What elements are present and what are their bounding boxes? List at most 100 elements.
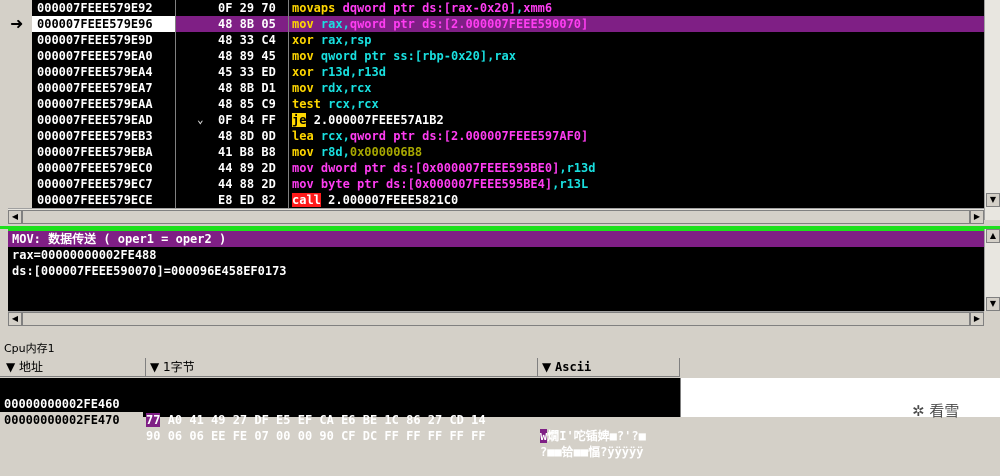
instruction-operand: rcx	[320, 129, 343, 143]
instruction-mnemonic: xor	[292, 65, 314, 79]
instruction-operand: r13d	[566, 161, 596, 175]
scroll-down-button[interactable]: ▼	[986, 297, 1000, 311]
instruction-text: test rcx,rcx	[292, 96, 379, 112]
dump-ascii-selected[interactable]: w	[540, 429, 548, 443]
instruction-bytes: 48 8B 05	[218, 17, 276, 31]
dump-ascii: ?■■铪■■愊?ÿÿÿÿÿ	[540, 444, 643, 460]
column-header-address[interactable]: ▼ 地址	[0, 358, 146, 377]
dump-hex-rest: 06 06 EE FE 07 00 00 90 CF DC FF FF FF F…	[167, 429, 486, 443]
instruction-operand: xmm6	[523, 1, 553, 15]
instruction-address: 000007FEEE579E9D	[37, 33, 153, 47]
instruction-bytes: 45 33 ED	[218, 65, 276, 79]
instruction-mnemonic: mov	[292, 17, 314, 31]
instruction-operand: 2.000007FEEE5821C0	[328, 193, 459, 207]
jump-target-down-icon: ⌄	[197, 113, 204, 126]
instruction-operand: ,	[342, 17, 350, 31]
dump-ascii: w燗I'咜锸婢■?'?■	[540, 428, 646, 444]
instruction-operand: r8d	[320, 145, 343, 159]
instruction-address: 000007FEEE579EA0	[37, 49, 153, 63]
instruction-address: 000007FEEE579EA4	[37, 65, 153, 79]
instruction-mnemonic: mov	[292, 81, 314, 95]
instruction-operand: qword ptr ss:[rbp-0x20]	[320, 49, 488, 63]
instruction-address: 000007FEEE579E92	[37, 1, 153, 15]
sort-down-icon: ▼	[6, 360, 20, 374]
instruction-text: xor rax,rsp	[292, 32, 372, 48]
scroll-left-button[interactable]: ◀	[8, 312, 22, 326]
column-header-hex[interactable]: ▼ 1字节	[146, 358, 538, 377]
scroll-thumb[interactable]	[22, 312, 970, 326]
dump-hex-rest: A0 41 49 27 DF E5 EF CA E6 BE 1C 86 27 C…	[167, 413, 486, 427]
sort-down-icon: ▼	[150, 360, 164, 374]
instruction-text: xor r13d,r13d	[292, 64, 386, 80]
instruction-bytes: 48 8B D1	[218, 81, 276, 95]
column-ascii-label: Ascii	[555, 360, 592, 374]
instruction-operand: rdx	[320, 81, 343, 95]
instruction-operand: qword ptr ds:[2.000007FEEE597AF0]	[349, 129, 589, 143]
scroll-right-button[interactable]: ▶	[970, 312, 984, 326]
dump-ascii-rest: ■■铪■■愊?ÿÿÿÿÿ	[547, 445, 644, 459]
instruction-bytes: 41 B8 B8	[218, 145, 276, 159]
instruction-operand: r13d	[320, 65, 350, 79]
instruction-operand: qword ptr ds:[2.000007FEEE590070]	[349, 17, 589, 31]
snowflake-icon: ✲	[912, 402, 930, 420]
instruction-operand: ,	[349, 97, 358, 111]
instruction-address: 000007FEEE579EC0	[37, 161, 153, 175]
column-hex-label: 1字节	[163, 360, 195, 374]
disassembly-pane[interactable]: 000007FEEE579E92 0F 29 70 movaps dqword pt…	[0, 0, 984, 208]
scroll-right-button[interactable]: ▶	[970, 210, 984, 224]
info-horizontal-scrollbar[interactable]: ◀ ▶	[8, 311, 984, 326]
instruction-operand: 2.000007FEEE57A1B2	[313, 113, 444, 127]
dump-ascii-rest: 燗I'咜锸婢■?'?■	[547, 429, 646, 443]
instruction-text: mov dword ptr ds:[0x000007FEEE595BE0],r1…	[292, 160, 595, 176]
instruction-address: 000007FEEE579EA7	[37, 81, 153, 95]
instruction-description: MOV: 数据传送 ( oper1 = oper2 )	[8, 231, 984, 247]
instruction-operand: r13L	[559, 177, 589, 191]
disassembly-vertical-scrollbar[interactable]: ▼	[984, 0, 1000, 220]
instruction-text: mov byte ptr ds:[0x000007FEEE595BE4],r13…	[292, 176, 588, 192]
instruction-operand: r13d	[357, 65, 386, 79]
instruction-bytes: E8 ED 82	[218, 193, 276, 207]
instruction-operand: ,	[342, 145, 350, 159]
instruction-text: mov rax,qword ptr ds:[2.000007FEEE590070…	[292, 16, 588, 32]
scroll-thumb[interactable]	[22, 210, 970, 224]
instruction-mnemonic: xor	[292, 33, 314, 47]
instruction-info-pane: MOV: 数据传送 ( oper1 = oper2 ) rax=00000000…	[8, 229, 984, 313]
column-header-ascii[interactable]: ▼ Ascii	[538, 358, 680, 377]
instruction-mnemonic: mov	[292, 161, 314, 175]
info-line-memory: ds:[000007FEEE590070]=000096E458EF0173	[12, 264, 287, 278]
dump-column-header: ▼ 地址 ▼ 1字节 ▼ Ascii	[0, 358, 1000, 378]
dump-hex: 90 06 06 EE FE 07 00 00 90 CF DC FF FF F…	[146, 428, 486, 444]
dump-row[interactable]: 00000000002FE460 77 A0 41 49 27 DF E5 EF…	[0, 380, 680, 443]
dump-hex-selected[interactable]: 77	[146, 413, 161, 427]
dump-row[interactable]: 00000000002FE470 90 06 06 EE FE 07 00 00…	[0, 396, 680, 459]
current-instruction-arrow-icon: ➜	[10, 14, 24, 33]
info-vertical-scrollbar[interactable]: ▲ ▼	[984, 229, 1000, 311]
instruction-text: lea rcx,qword ptr ds:[2.000007FEEE597AF0…	[292, 128, 588, 144]
scroll-left-button[interactable]: ◀	[8, 210, 22, 224]
instruction-bytes: 44 88 2D	[218, 177, 276, 191]
instruction-bytes: 48 89 45	[218, 49, 276, 63]
instruction-text: call 2.000007FEEE5821C0	[292, 192, 458, 208]
scroll-down-button[interactable]: ▼	[986, 193, 1000, 207]
instruction-text: mov r8d,0x000006B8	[292, 144, 422, 160]
instruction-operand: ,	[342, 33, 350, 47]
disassembly-horizontal-scrollbar[interactable]: ◀ ▶	[8, 208, 984, 224]
dump-hex-first: 90	[146, 429, 161, 443]
instruction-address: 000007FEEE579EAD	[37, 113, 153, 127]
instruction-operand: rax	[320, 17, 343, 31]
scroll-up-button[interactable]: ▲	[986, 229, 1000, 243]
dump-title: Cpu内存1	[4, 342, 55, 355]
instruction-mnemonic: lea	[292, 129, 314, 143]
memory-dump-pane[interactable]: 00000000002FE460 77 A0 41 49 27 DF E5 EF…	[0, 378, 1000, 459]
instruction-operand: rsp	[349, 33, 372, 47]
column-divider	[288, 0, 289, 208]
instruction-operand: dword ptr ds:[0x000007FEEE595BE0]	[320, 161, 560, 175]
dump-ascii-first: ?	[540, 445, 548, 459]
column-divider	[175, 0, 176, 208]
instruction-text: mov qword ptr ss:[rbp-0x20],rax	[292, 48, 516, 64]
instruction-bytes: 48 8D 0D	[218, 129, 276, 143]
column-address-label: 地址	[19, 360, 44, 374]
instruction-operand: ,	[349, 65, 358, 79]
instruction-address: 000007FEEE579EC7	[37, 177, 153, 191]
sort-down-icon: ▼	[542, 360, 556, 374]
